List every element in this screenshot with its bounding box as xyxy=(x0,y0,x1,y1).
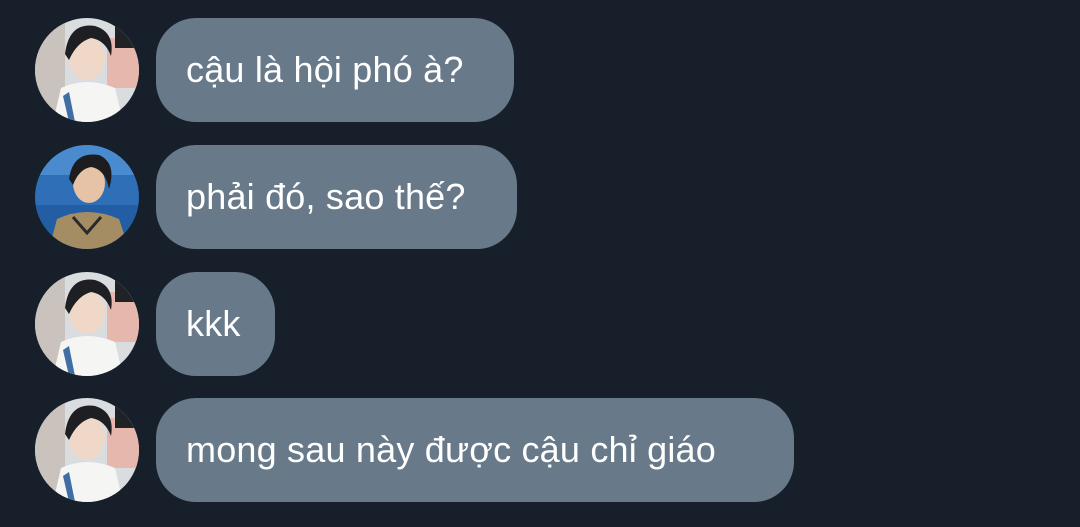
avatar-photo-icon xyxy=(35,18,139,122)
avatar-photo-icon xyxy=(35,145,139,249)
message-row: mong sau này được cậu chỉ giáo xyxy=(0,398,800,502)
sender-avatar[interactable] xyxy=(35,18,139,122)
chat-thread: cậu là hội phó à? phải đó, sao thế? kkk … xyxy=(0,0,1080,527)
message-bubble[interactable]: mong sau này được cậu chỉ giáo xyxy=(156,398,794,502)
message-text: phải đó, sao thế? xyxy=(186,176,466,217)
message-bubble[interactable]: cậu là hội phó à? xyxy=(156,18,514,122)
sender-avatar[interactable] xyxy=(35,145,139,249)
message-bubble[interactable]: phải đó, sao thế? xyxy=(156,145,517,249)
message-text: kkk xyxy=(186,303,241,344)
message-row: cậu là hội phó à? xyxy=(0,18,520,122)
message-row: kkk xyxy=(0,272,280,376)
avatar-photo-icon xyxy=(35,272,139,376)
avatar-photo-icon xyxy=(35,398,139,502)
message-bubble[interactable]: kkk xyxy=(156,272,275,376)
message-text: cậu là hội phó à? xyxy=(186,49,464,90)
message-row: phải đó, sao thế? xyxy=(0,145,520,249)
sender-avatar[interactable] xyxy=(35,272,139,376)
sender-avatar[interactable] xyxy=(35,398,139,502)
message-text: mong sau này được cậu chỉ giáo xyxy=(186,429,717,470)
